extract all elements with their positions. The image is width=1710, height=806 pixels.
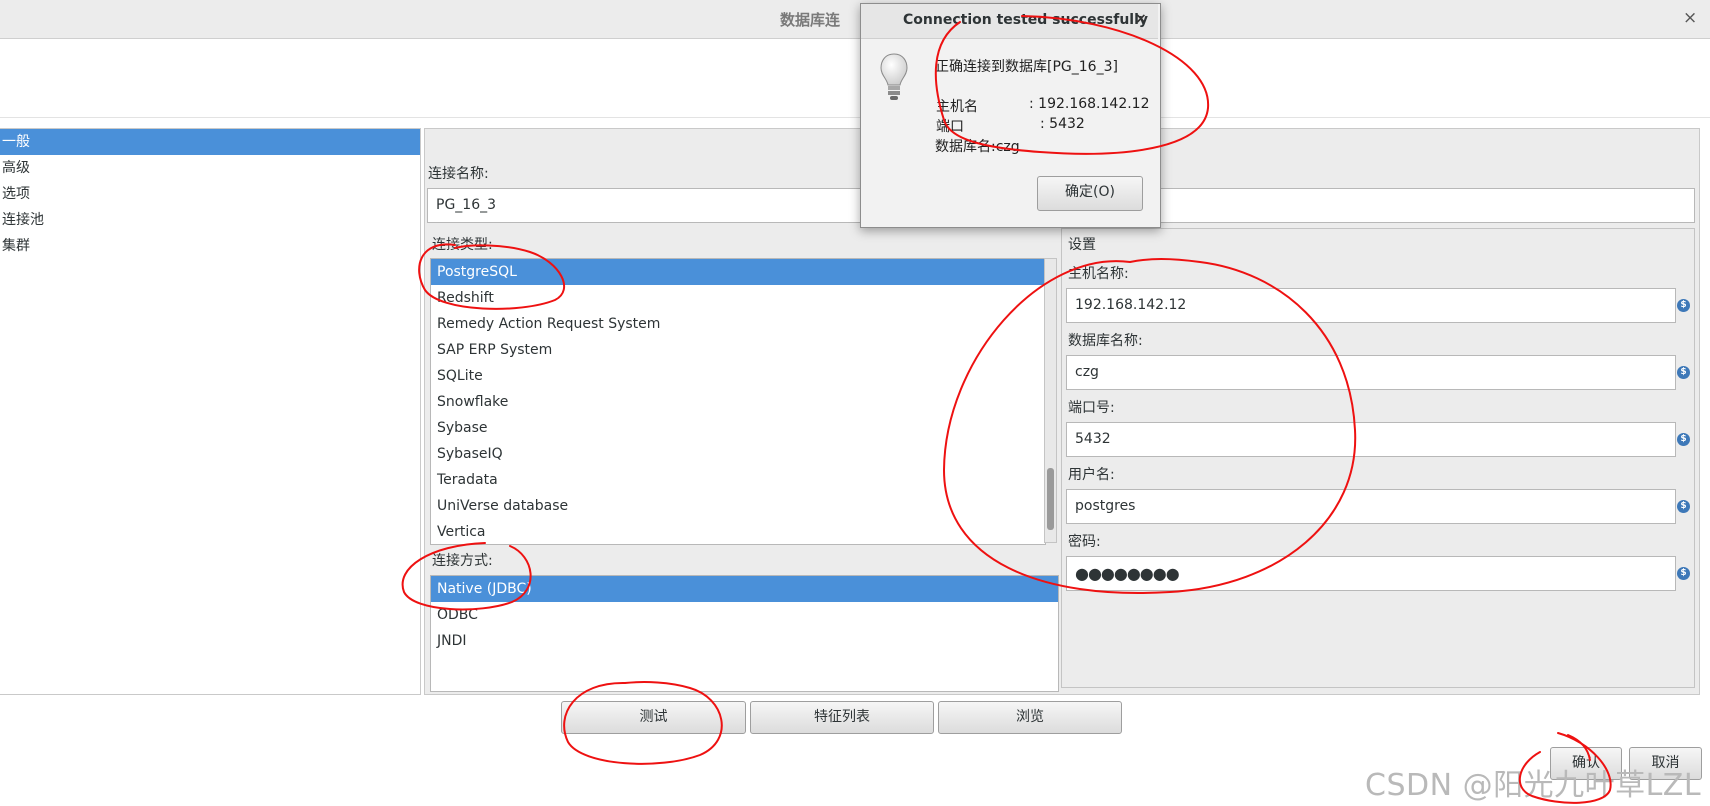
port-input[interactable]: 5432 bbox=[1066, 422, 1676, 457]
port-label: 端口号: bbox=[1068, 400, 1115, 416]
settings-title: 设置 bbox=[1068, 237, 1096, 253]
username-label: 用户名: bbox=[1068, 467, 1115, 483]
dialog-port-value: : 5432 bbox=[1040, 116, 1085, 132]
dialog-port-label: 端口 bbox=[936, 119, 964, 135]
password-label: 密码: bbox=[1068, 534, 1101, 550]
list-item-redshift[interactable]: Redshift bbox=[431, 285, 1045, 311]
test-button[interactable]: 测试 bbox=[561, 701, 746, 734]
nav-item-advanced[interactable]: 高级 bbox=[0, 155, 420, 181]
dialog-ok-button[interactable]: 确定(O) bbox=[1037, 176, 1143, 211]
dialog-host-value: : 192.168.142.12 bbox=[1029, 96, 1150, 112]
list-item-sqlite[interactable]: SQLite bbox=[431, 363, 1045, 389]
connection-method-list[interactable]: Native (JDBC) ODBC JNDI bbox=[430, 575, 1059, 692]
list-item-teradata[interactable]: Teradata bbox=[431, 467, 1045, 493]
dialog-title: Connection tested successfully bbox=[903, 12, 1149, 28]
list-item-vertica[interactable]: Vertica bbox=[431, 519, 1045, 544]
csdn-watermark: CSDN @阳光九叶草LZL bbox=[1365, 768, 1702, 803]
database-name-input[interactable]: czg bbox=[1066, 355, 1676, 390]
password-input[interactable]: ●●●●●●●● bbox=[1066, 556, 1676, 591]
list-item-sybaseiq[interactable]: SybaseIQ bbox=[431, 441, 1045, 467]
database-name-label: 数据库名称: bbox=[1068, 333, 1143, 349]
nav-item-options[interactable]: 选项 bbox=[0, 181, 420, 207]
list-item-remedy[interactable]: Remedy Action Request System bbox=[431, 311, 1045, 337]
username-input[interactable]: postgres bbox=[1066, 489, 1676, 524]
dialog-message: 正确连接到数据库[PG_16_3] bbox=[935, 59, 1118, 75]
list-item-jndi[interactable]: JNDI bbox=[431, 628, 1058, 654]
window-close-icon[interactable]: × bbox=[1683, 8, 1697, 28]
list-item-sybase[interactable]: Sybase bbox=[431, 415, 1045, 441]
list-item-universe[interactable]: UniVerse database bbox=[431, 493, 1045, 519]
variable-icon[interactable]: $ bbox=[1677, 500, 1690, 513]
lightbulb-icon bbox=[880, 53, 908, 100]
variable-icon[interactable]: $ bbox=[1677, 433, 1690, 446]
variable-icon[interactable]: $ bbox=[1677, 299, 1690, 312]
list-item-snowflake[interactable]: Snowflake bbox=[431, 389, 1045, 415]
dialog-host-label: 主机名 bbox=[936, 99, 978, 115]
window-title: 数据库连 bbox=[780, 11, 841, 29]
connection-type-list[interactable]: PostgreSQL Redshift Remedy Action Reques… bbox=[430, 258, 1046, 545]
dialog-database-line: 数据库名:czg bbox=[935, 139, 1020, 155]
variable-icon[interactable]: $ bbox=[1677, 567, 1690, 580]
list-item-native-jdbc[interactable]: Native (JDBC) bbox=[431, 576, 1058, 602]
host-label: 主机名称: bbox=[1068, 266, 1129, 282]
settings-nav: 一般 高级 选项 连接池 集群 bbox=[0, 128, 421, 695]
nav-item-general[interactable]: 一般 bbox=[0, 129, 420, 155]
nav-item-cluster[interactable]: 集群 bbox=[0, 233, 420, 259]
host-input[interactable]: 192.168.142.12 bbox=[1066, 288, 1676, 323]
header-banner bbox=[0, 39, 1710, 118]
explore-button[interactable]: 浏览 bbox=[938, 701, 1122, 734]
dialog-close-icon[interactable]: × bbox=[1135, 11, 1147, 27]
scrollbar-thumb[interactable] bbox=[1047, 468, 1054, 530]
feature-list-button[interactable]: 特征列表 bbox=[750, 701, 934, 734]
connection-type-label: 连接类型: bbox=[432, 237, 493, 253]
list-item-postgresql[interactable]: PostgreSQL bbox=[431, 259, 1045, 285]
connection-method-label: 连接方式: bbox=[432, 553, 493, 569]
list-item-sap-erp[interactable]: SAP ERP System bbox=[431, 337, 1045, 363]
nav-item-pooling[interactable]: 连接池 bbox=[0, 207, 420, 233]
connection-name-label: 连接名称: bbox=[428, 166, 489, 182]
window-titlebar bbox=[0, 0, 1710, 39]
list-item-odbc[interactable]: ODBC bbox=[431, 602, 1058, 628]
variable-icon[interactable]: $ bbox=[1677, 366, 1690, 379]
